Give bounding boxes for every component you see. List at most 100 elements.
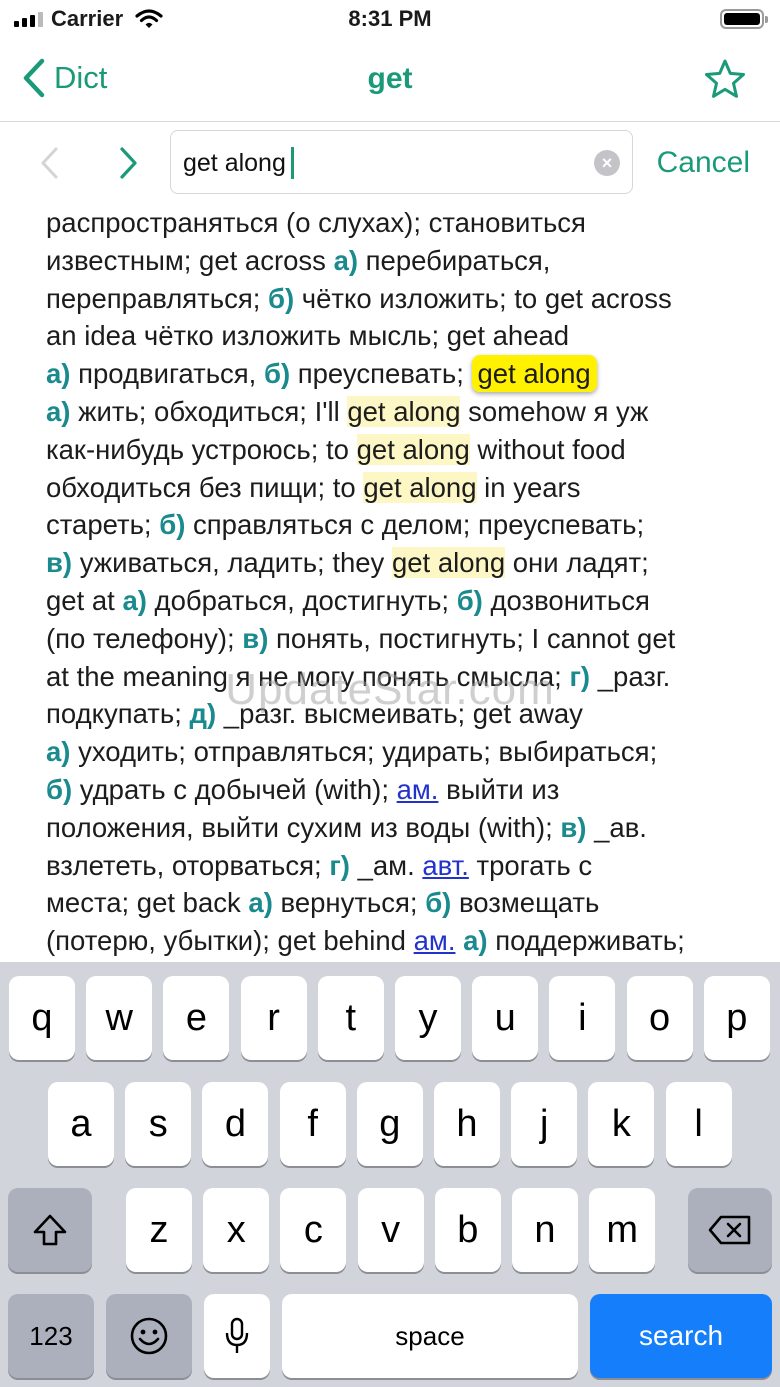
key-n[interactable]: n	[512, 1188, 578, 1272]
cancel-button[interactable]: Cancel	[657, 146, 750, 180]
dictation-key[interactable]	[204, 1294, 270, 1378]
search-input[interactable]	[183, 143, 573, 183]
search-match-highlight: get along	[391, 547, 506, 579]
next-button[interactable]	[118, 146, 140, 185]
article-text: известным; get across	[46, 244, 334, 276]
key-o[interactable]: o	[626, 976, 693, 1060]
article-text: продвигаться,	[70, 358, 264, 390]
key-k[interactable]: k	[588, 1082, 655, 1166]
article-line: (по телефону); в) понять, постигнуть; I …	[46, 620, 766, 658]
article-text: чётко изложить; to get across	[294, 282, 672, 314]
key-z[interactable]: z	[126, 1188, 192, 1272]
text-cursor	[291, 147, 294, 179]
key-x[interactable]: x	[203, 1188, 270, 1272]
sense-marker: а)	[46, 395, 71, 427]
microphone-icon	[225, 1317, 249, 1353]
key-c[interactable]: c	[280, 1188, 347, 1272]
article-text: обходиться без пищи; to	[46, 471, 364, 503]
navigation-bar: Dict get	[0, 40, 780, 122]
key-f[interactable]: f	[279, 1082, 346, 1166]
article-text: (по телефону);	[46, 622, 243, 654]
article-line: распространяться (о слухах); становиться	[46, 204, 766, 242]
article-text: дозвониться	[482, 584, 650, 616]
shift-key[interactable]	[8, 1188, 92, 1272]
article-text: уходить; отправляться; удирать; выбирать…	[70, 736, 658, 768]
key-p[interactable]: p	[703, 976, 770, 1060]
article-line: get at а) добраться, достигнуть; б) дозв…	[46, 582, 766, 620]
key-v[interactable]: v	[357, 1188, 424, 1272]
key-w[interactable]: w	[86, 976, 153, 1060]
clear-icon[interactable]: ×	[594, 150, 620, 176]
key-j[interactable]: j	[511, 1082, 578, 1166]
key-u[interactable]: u	[472, 976, 539, 1060]
article-text: распространяться (о слухах); становиться	[46, 207, 586, 238]
article-line: б) удрать с добычей (with); ам. выйти из	[46, 771, 766, 809]
key-y[interactable]: y	[395, 976, 461, 1060]
article-line: переправляться; б) чётко изложить; to ge…	[46, 280, 766, 318]
article-line: at the meaning я не могу понять смысла; …	[46, 658, 766, 696]
article-line: положения, выйти сухим из воды (with); в…	[46, 809, 766, 847]
key-t[interactable]: t	[317, 976, 384, 1060]
key-m[interactable]: m	[589, 1188, 656, 1272]
key-a[interactable]: a	[48, 1082, 114, 1166]
key-l[interactable]: l	[665, 1082, 732, 1166]
article-text: места; get back	[46, 887, 249, 919]
sense-marker: б)	[268, 282, 295, 314]
article-text: in years	[476, 471, 581, 503]
current-match-highlight: get along	[471, 355, 597, 393]
sense-marker: в)	[560, 811, 587, 843]
backspace-icon	[708, 1215, 751, 1245]
sense-marker: а)	[46, 736, 71, 768]
key-i[interactable]: i	[549, 976, 616, 1060]
article-line: an idea чётко изложить мысль; get ahead	[46, 317, 766, 355]
numbers-key[interactable]: 123	[8, 1294, 94, 1378]
key-r[interactable]: r	[240, 976, 307, 1060]
key-s[interactable]: s	[125, 1082, 192, 1166]
previous-button[interactable]	[38, 146, 60, 185]
article-text: как-нибудь устроюсь; to	[46, 433, 357, 465]
key-d[interactable]: d	[202, 1082, 269, 1166]
key-e[interactable]: e	[163, 976, 230, 1060]
article-line: а) жить; обходиться; I'll get along some…	[46, 393, 766, 431]
article-text: возмещать	[451, 887, 600, 919]
abbreviation-link[interactable]: авт.	[422, 850, 469, 881]
article-line: известным; get across а) перебираться,	[46, 242, 766, 280]
article-line: обходиться без пищи; to get along in yea…	[46, 469, 766, 507]
key-h[interactable]: h	[434, 1082, 500, 1166]
article-text: добраться, достигнуть;	[146, 584, 457, 616]
abbreviation-link[interactable]: ам.	[414, 925, 456, 956]
article-text: _ам.	[349, 849, 423, 881]
search-field[interactable]: ×	[170, 130, 633, 194]
article-text: уживаться, ладить; they	[72, 547, 392, 579]
sense-marker: б)	[159, 509, 186, 541]
key-b[interactable]: b	[434, 1188, 501, 1272]
sense-marker: г)	[329, 849, 350, 881]
article-text: _разг.	[590, 660, 671, 692]
search-match-highlight: get along	[356, 433, 470, 465]
search-match-highlight: get along	[347, 395, 461, 427]
article-line: как-нибудь устроюсь; to get along withou…	[46, 431, 766, 469]
space-key[interactable]: space	[282, 1294, 578, 1378]
article-text: get at	[46, 584, 123, 616]
favorite-button[interactable]	[704, 58, 746, 105]
article-text: (потерю, убытки); get behind	[46, 925, 414, 957]
article-text: _разг. высмеивать; get away	[216, 698, 583, 730]
key-g[interactable]: g	[356, 1082, 423, 1166]
search-row: × Cancel	[0, 122, 780, 202]
sense-marker: б)	[46, 773, 73, 805]
article-line: взлететь, оторваться; г) _ам. авт. трога…	[46, 847, 766, 885]
article-text: они ладят;	[505, 547, 649, 579]
article-text: понять, постигнуть; I cannot get	[268, 622, 676, 654]
sense-marker: в)	[46, 547, 73, 579]
sense-marker: а)	[463, 925, 488, 957]
article-line: а) уходить; отправляться; удирать; выбир…	[46, 733, 766, 771]
key-q[interactable]: q	[9, 976, 75, 1060]
abbreviation-link[interactable]: ам.	[397, 774, 439, 805]
sense-marker: в)	[242, 622, 269, 654]
chevron-left-icon	[41, 147, 58, 179]
emoji-key[interactable]	[106, 1294, 192, 1378]
delete-key[interactable]	[688, 1188, 772, 1272]
article-text: at the meaning я не могу понять смысла;	[46, 660, 570, 692]
search-key[interactable]: search	[590, 1294, 772, 1378]
sense-marker: б)	[425, 887, 452, 919]
